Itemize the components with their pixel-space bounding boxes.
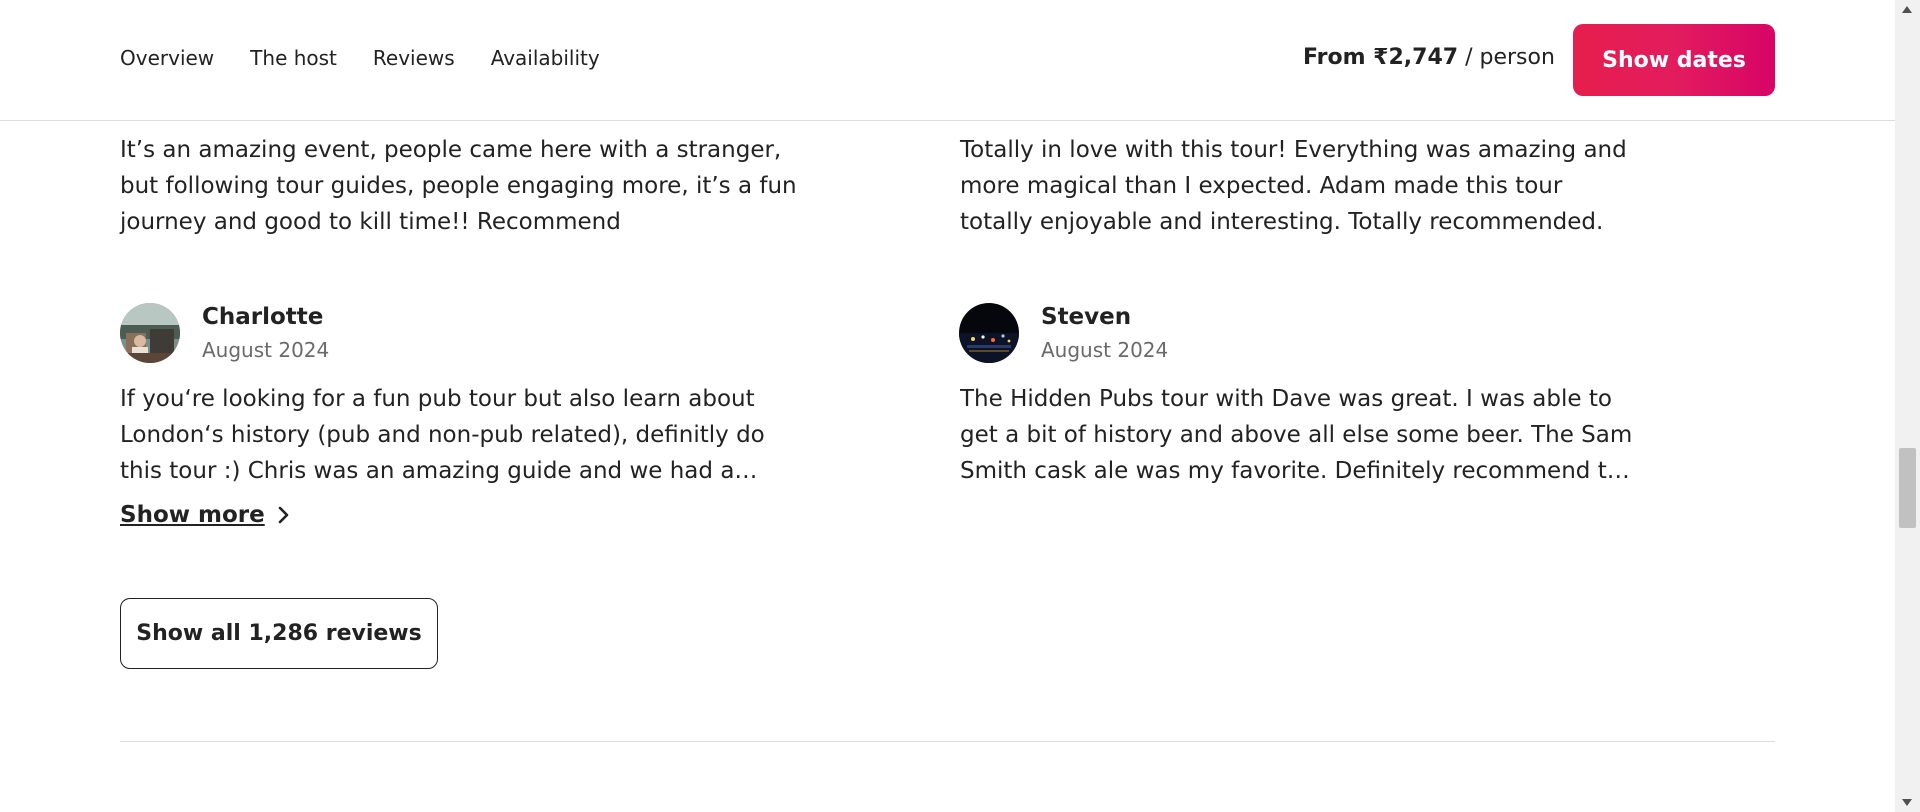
photo-avatar-icon: [120, 303, 180, 363]
price-amount: ₹2,747: [1373, 45, 1459, 70]
show-more-label: Show more: [120, 502, 265, 528]
show-dates-button[interactable]: Show dates: [1573, 24, 1775, 96]
review-date: August 2024: [202, 338, 330, 362]
page: Overview The host Reviews Availability F…: [0, 0, 1895, 812]
price-per-person: From ₹2,747 / person: [1303, 45, 1555, 70]
sticky-header: Overview The host Reviews Availability F…: [0, 0, 1895, 121]
tab-the-host[interactable]: The host: [250, 46, 337, 70]
scrollbar-thumb[interactable]: [1899, 448, 1916, 528]
price-unit: / person: [1458, 45, 1555, 70]
reviewer-name: Charlotte: [202, 304, 324, 330]
night-city-avatar-icon: [959, 303, 1019, 363]
tab-reviews[interactable]: Reviews: [373, 46, 455, 70]
review-text-charlotte: If you‘re looking for a fun pub tour but…: [120, 386, 765, 484]
tab-availability[interactable]: Availability: [491, 46, 600, 70]
review-date: August 2024: [1041, 338, 1169, 362]
reviewer-meta: Charlotte August 2024: [202, 302, 329, 364]
section-divider: [120, 741, 1775, 742]
avatar: [120, 303, 180, 363]
review-text-previous-right: Totally in love with this tour! Everythi…: [960, 137, 1627, 235]
scroll-up-arrow-icon[interactable]: [1902, 6, 1912, 13]
reviewer-name: Steven: [1041, 304, 1132, 330]
review-text-steven: The Hidden Pubs tour with Dave was great…: [960, 386, 1640, 484]
review-text-previous-left: It’s an amazing event, people came here …: [120, 137, 797, 235]
reviewer-meta: Steven August 2024: [1041, 302, 1168, 364]
page-scrollbar[interactable]: [1895, 0, 1920, 812]
reviewer-steven: Steven August 2024: [959, 302, 1168, 364]
reviewer-charlotte: Charlotte August 2024: [120, 302, 329, 364]
show-all-reviews-button[interactable]: Show all 1,286 reviews: [120, 598, 438, 669]
show-more-link[interactable]: Show more: [120, 502, 289, 528]
price-prefix: From: [1303, 45, 1374, 70]
avatar: [959, 303, 1019, 363]
chevron-right-icon: [278, 506, 289, 524]
tab-overview[interactable]: Overview: [120, 46, 214, 70]
section-tabs: Overview The host Reviews Availability: [120, 46, 600, 70]
scroll-down-arrow-icon[interactable]: [1902, 799, 1912, 806]
